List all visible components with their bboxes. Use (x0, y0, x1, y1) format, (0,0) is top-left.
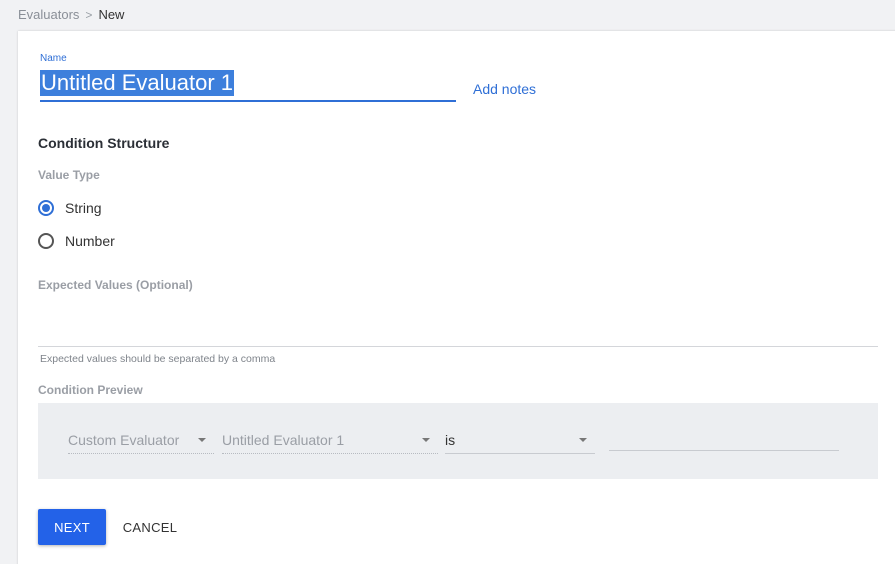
condition-preview-box: Custom Evaluator Untitled Evaluator 1 is (38, 403, 878, 479)
value-type-number-radio[interactable]: Number (38, 233, 115, 249)
value-type-string-radio[interactable]: String (38, 200, 102, 216)
preview-operator-select: is (445, 427, 595, 454)
radio-selected-icon[interactable] (38, 200, 54, 216)
name-input-value[interactable]: Untitled Evaluator 1 (40, 70, 234, 96)
value-type-string-label: String (65, 200, 102, 216)
next-button[interactable]: NEXT (38, 509, 106, 545)
breadcrumb-separator-icon: > (85, 7, 93, 22)
condition-structure-heading: Condition Structure (38, 135, 170, 151)
expected-values-helper: Expected values should be separated by a… (40, 353, 276, 365)
breadcrumb-parent-link[interactable]: Evaluators (18, 7, 79, 22)
caret-down-icon (579, 438, 587, 442)
evaluator-form-panel: Name Untitled Evaluator 1 Add notes Cond… (18, 31, 895, 564)
caret-down-icon (198, 438, 206, 442)
preview-source-select: Custom Evaluator (68, 427, 214, 454)
name-label: Name (40, 53, 67, 64)
breadcrumb-current: New (98, 7, 125, 22)
preview-evaluator-select: Untitled Evaluator 1 (222, 427, 438, 454)
value-type-number-label: Number (65, 233, 115, 249)
value-type-label: Value Type (38, 168, 100, 182)
preview-source-value: Custom Evaluator (68, 432, 180, 448)
expected-values-label: Expected Values (Optional) (38, 278, 193, 292)
preview-evaluator-value: Untitled Evaluator 1 (222, 432, 345, 448)
caret-down-icon (422, 438, 430, 442)
preview-value-input (609, 427, 839, 451)
condition-preview-label: Condition Preview (38, 383, 143, 397)
add-notes-link[interactable]: Add notes (473, 81, 536, 97)
name-input[interactable]: Untitled Evaluator 1 (40, 67, 456, 102)
expected-values-input[interactable] (38, 307, 878, 347)
breadcrumb: Evaluators > New (18, 7, 124, 22)
cancel-button[interactable]: CANCEL (112, 509, 188, 545)
preview-operator-value: is (445, 432, 456, 448)
radio-unselected-icon[interactable] (38, 233, 54, 249)
